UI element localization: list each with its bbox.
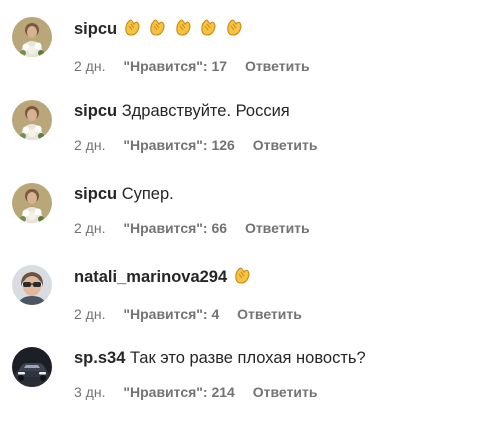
clapping-hands-icon: [201, 19, 217, 36]
comment-body: sp.s34 Так это разве плохая новость? 3 д…: [74, 347, 487, 401]
comment-text: Здравствуйте. Россия: [121, 102, 290, 120]
reply-button[interactable]: Ответить: [245, 219, 310, 237]
comment-item: sp.s34 Так это разве плохая новость? 3 д…: [0, 347, 495, 427]
reply-button[interactable]: Ответить: [253, 383, 318, 401]
comment-likes-link[interactable]: "Нравится": 214: [123, 383, 234, 401]
comment-item: sipcu Супер. 2 дн. "Нравится": 66 Ответи…: [0, 183, 495, 263]
clapping-hands-icon: [150, 19, 165, 36]
emoji-group: [122, 17, 245, 43]
comment-meta: 2 дн. "Нравится": 66 Ответить: [74, 219, 487, 237]
flowers-portrait-image: [12, 17, 52, 57]
comment-list: sipcu 2 дн. "Нравится": 17 Ответить sipc…: [0, 0, 495, 422]
comment-body: sipcu 2 дн. "Нравится": 17 Ответить: [74, 17, 487, 75]
comment-meta: 3 дн. "Нравится": 214 Ответить: [74, 383, 487, 401]
comment-body: sipcu Здравствуйте. Россия 2 дн. "Нравит…: [74, 100, 487, 154]
comment-time[interactable]: 2 дн.: [74, 136, 105, 154]
comment-username[interactable]: sipcu: [74, 20, 117, 38]
reply-button[interactable]: Ответить: [237, 305, 302, 323]
comment-line: sipcu Здравствуйте. Россия: [74, 100, 487, 122]
emoji-group: [232, 265, 253, 291]
comment-item: natali_marinova294 2 дн. "Нравится": 4 О…: [0, 265, 495, 345]
comment-time[interactable]: 3 дн.: [74, 383, 105, 401]
comment-text: Так это разве плохая новость?: [129, 349, 366, 367]
comment-username[interactable]: natali_marinova294: [74, 268, 227, 286]
reply-button[interactable]: Ответить: [253, 136, 318, 154]
comment-likes-link[interactable]: "Нравится": 4: [123, 305, 219, 323]
comment-username[interactable]: sp.s34: [74, 349, 125, 367]
avatar[interactable]: [12, 183, 52, 223]
clapping-hands-icon: [235, 267, 250, 284]
comment-likes-link[interactable]: "Нравится": 126: [123, 136, 234, 154]
comment-body: natali_marinova294 2 дн. "Нравится": 4 О…: [74, 265, 487, 323]
comment-line: sp.s34 Так это разве плохая новость?: [74, 347, 487, 369]
comment-line: natali_marinova294: [74, 265, 487, 291]
comment-meta: 2 дн. "Нравится": 17 Ответить: [74, 57, 487, 75]
comment-meta: 2 дн. "Нравится": 4 Ответить: [74, 305, 487, 323]
avatar[interactable]: [12, 347, 52, 387]
comment-text: Супер.: [121, 185, 174, 203]
avatar[interactable]: [12, 17, 52, 57]
comment-body: sipcu Супер. 2 дн. "Нравится": 66 Ответи…: [74, 183, 487, 237]
comment-likes-link[interactable]: "Нравится": 66: [123, 219, 227, 237]
comment-line: sipcu: [74, 17, 487, 43]
avatar[interactable]: [12, 265, 52, 305]
flowers-portrait-image: [12, 100, 52, 140]
reply-button[interactable]: Ответить: [245, 57, 310, 75]
comment-line: sipcu Супер.: [74, 183, 487, 205]
avatar[interactable]: [12, 100, 52, 140]
car-photo-image: [12, 347, 52, 387]
flowers-portrait-image: [12, 183, 52, 223]
clapping-hands-icon: [227, 19, 242, 36]
woman-sunglasses-portrait-image: [12, 265, 52, 305]
comment-item: sipcu Здравствуйте. Россия 2 дн. "Нравит…: [0, 100, 495, 180]
comment-likes-link[interactable]: "Нравится": 17: [123, 57, 227, 75]
comment-meta: 2 дн. "Нравится": 126 Ответить: [74, 136, 487, 154]
comment-username[interactable]: sipcu: [74, 102, 117, 120]
comment-time[interactable]: 2 дн.: [74, 57, 105, 75]
comment-time[interactable]: 2 дн.: [74, 305, 105, 323]
clapping-hands-icon: [176, 19, 191, 36]
comment-username[interactable]: sipcu: [74, 185, 117, 203]
clapping-hands-icon: [124, 19, 140, 36]
comment-time[interactable]: 2 дн.: [74, 219, 105, 237]
comment-item: sipcu 2 дн. "Нравится": 17 Ответить: [0, 17, 495, 97]
